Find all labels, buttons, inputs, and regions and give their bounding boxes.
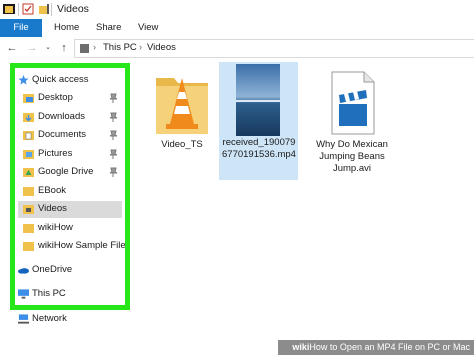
star-icon — [18, 75, 29, 85]
onedrive-icon — [18, 268, 29, 274]
nav-item-label: Pictures — [38, 148, 73, 159]
address-bar[interactable]: › This PC › Videos — [74, 39, 474, 58]
nav-item-label: OneDrive — [32, 264, 73, 275]
folder-icon — [23, 242, 34, 251]
nav-item-label: Network — [32, 313, 67, 324]
nav-item-quick-access[interactable]: Quick access — [18, 72, 122, 89]
nav-item-documents[interactable]: Documents — [18, 127, 122, 144]
documents-folder-icon — [23, 131, 34, 140]
nav-item-network[interactable]: Network — [14, 311, 124, 328]
google-drive-folder-icon — [23, 168, 34, 177]
breadcrumb-videos[interactable]: Videos — [147, 42, 176, 53]
downloads-folder-icon — [23, 113, 34, 122]
nav-item-label: Videos — [38, 203, 67, 214]
breadcrumb-this-pc[interactable]: This PC — [103, 42, 137, 53]
file-name: Why Do Mexican Jumping Beans Jump.avi — [316, 139, 388, 174]
nav-item-label: EBook — [38, 185, 66, 196]
videos-folder-icon — [23, 205, 34, 214]
nav-item-label: Google Drive — [38, 166, 94, 177]
address-row: ← → ⌄ ↑ › This PC › Videos — [0, 37, 474, 59]
title-bar-divider — [18, 3, 19, 16]
tab-home[interactable]: Home — [54, 19, 79, 37]
vlc-folder-icon — [156, 78, 208, 134]
nav-item-wikihow-sample-file[interactable]: wikiHow Sample File — [18, 238, 126, 255]
file-name: received_1900796770191536.mp4 — [222, 137, 296, 160]
folder-icon — [23, 187, 34, 196]
nav-item-label: This PC — [32, 288, 66, 299]
title-bar-divider — [51, 3, 52, 16]
nav-item-onedrive[interactable]: OneDrive — [18, 262, 122, 279]
nav-item-label: wikiHow — [38, 222, 73, 233]
window-title: Videos — [57, 3, 89, 15]
back-arrow-icon[interactable]: ← — [6, 41, 18, 55]
this-pc-icon — [80, 44, 89, 53]
nav-item-label: Documents — [38, 129, 87, 140]
watermark-brand: wiki — [292, 342, 310, 352]
nav-item-ebook[interactable]: EBook — [18, 183, 122, 200]
breadcrumb-chevron-icon[interactable]: › — [139, 42, 142, 52]
nav-item-desktop[interactable]: Desktop — [18, 90, 122, 107]
file-name: Video_TS — [161, 139, 203, 150]
watermark-text: How to Open an MP4 File on PC or Mac — [309, 342, 470, 352]
folder-icon — [23, 224, 34, 233]
file-item-jumping-beans-avi[interactable]: Why Do Mexican Jumping Beans Jump.avi — [312, 64, 392, 180]
nav-item-label: Quick access — [32, 74, 89, 85]
desktop-folder-icon — [23, 94, 34, 103]
nav-item-downloads[interactable]: Downloads — [18, 109, 122, 126]
forward-arrow-icon[interactable]: → — [26, 41, 38, 55]
file-item-received-mp4[interactable]: received_1900796770191536.mp4 — [219, 62, 298, 180]
title-bar: Videos — [0, 0, 474, 20]
tab-view[interactable]: View — [138, 19, 158, 37]
wikihow-watermark: wikiHow to Open an MP4 File on PC or Mac — [278, 340, 474, 355]
tab-share[interactable]: Share — [96, 19, 121, 37]
breadcrumb-chevron-icon[interactable]: › — [93, 42, 96, 52]
nav-item-pictures[interactable]: Pictures — [18, 146, 122, 163]
pin-icon[interactable] — [109, 112, 118, 122]
nav-item-google-drive[interactable]: Google Drive — [18, 164, 122, 181]
pin-icon[interactable] — [109, 149, 118, 159]
up-arrow-icon[interactable]: ↑ — [58, 41, 70, 55]
properties-icon[interactable] — [22, 3, 34, 15]
nav-item-label: Downloads — [38, 111, 85, 122]
pictures-folder-icon — [23, 150, 34, 159]
clapperboard-icon — [331, 71, 375, 135]
video-thumbnail-icon — [236, 64, 280, 136]
recent-locations-chevron-icon[interactable]: ⌄ — [42, 41, 54, 55]
nav-item-this-pc[interactable]: This PC — [18, 286, 122, 303]
nav-item-wikihow[interactable]: wikiHow — [18, 220, 122, 237]
file-tab[interactable]: File — [0, 19, 42, 37]
new-folder-icon[interactable] — [38, 3, 50, 15]
nav-item-label: Desktop — [38, 92, 73, 103]
nav-item-videos[interactable]: Videos — [18, 201, 122, 218]
network-icon — [18, 314, 29, 324]
pin-icon[interactable] — [109, 130, 118, 140]
pin-icon[interactable] — [109, 167, 118, 177]
file-item-video-ts[interactable]: Video_TS — [142, 64, 222, 180]
folder-icon — [3, 4, 15, 14]
ribbon: File Home Share View — [0, 19, 474, 38]
nav-item-label: wikiHow Sample File — [38, 240, 126, 251]
pin-icon[interactable] — [109, 93, 118, 103]
this-pc-icon — [18, 289, 29, 299]
